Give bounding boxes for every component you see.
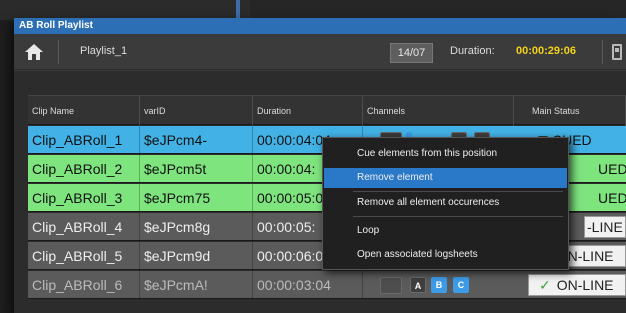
status-cell: -LINE [584, 216, 626, 238]
toolbar-separator [602, 40, 603, 64]
duration-value: 00:00:29:06 [516, 45, 576, 57]
varid-cell: $eJPcm9d [140, 242, 253, 270]
menu-separator [353, 216, 563, 217]
background-divider [236, 0, 240, 20]
status-cell: UED [598, 161, 626, 177]
varid-cell: $eJPcm8g [140, 213, 253, 241]
status-cell: ✓ ON-LINE [528, 274, 626, 296]
background-pane [250, 0, 626, 20]
column-header-clip-name[interactable]: Clip Name [28, 96, 140, 126]
duration-label: Duration: [450, 45, 495, 57]
device-icon[interactable] [612, 44, 622, 60]
channel-a-button[interactable]: A [410, 277, 426, 293]
menu-item-remove-element[interactable]: Remove element [324, 168, 567, 188]
toolbar-separator [58, 40, 59, 64]
menu-item-remove-all-occurrences[interactable]: Remove all element occurences [324, 193, 567, 213]
context-menu: Cue elements from this position Remove e… [322, 137, 569, 270]
varid-cell: $eJPcmA! [140, 271, 253, 299]
clip-name-cell: Clip_ABRoll_5 [28, 242, 140, 270]
clip-name-cell: Clip_ABRoll_4 [28, 213, 140, 241]
channel-slot[interactable] [380, 277, 402, 294]
table-row[interactable]: Clip_ABRoll_6 $eJPcmA! 00:00:03:04 A B C… [28, 271, 626, 299]
status-text: ON-LINE [556, 277, 614, 293]
window-title: AB Roll Playlist [14, 18, 626, 34]
column-header-main-status[interactable]: Main Status [514, 96, 626, 126]
varid-cell: $eJPcm75 [140, 184, 253, 212]
playlist-toolbar: Playlist_1 14/07 Duration: 00:00:29:06 [14, 34, 626, 70]
clip-name-cell: Clip_ABRoll_1 [28, 126, 140, 154]
clip-name-cell: Clip_ABRoll_6 [28, 271, 140, 299]
clip-name-cell: Clip_ABRoll_2 [28, 155, 140, 183]
column-header-duration[interactable]: Duration [253, 96, 363, 126]
channel-c-button[interactable]: C [453, 277, 469, 293]
status-cell: UED [598, 190, 626, 206]
menu-item-loop[interactable]: Loop [324, 221, 567, 241]
background-window [0, 0, 626, 20]
varid-cell: $eJPcm4- [140, 126, 253, 154]
clip-name-cell: Clip_ABRoll_3 [28, 184, 140, 212]
playlist-name: Playlist_1 [80, 45, 128, 57]
home-icon[interactable] [24, 42, 44, 62]
menu-item-open-logsheets[interactable]: Open associated logsheets [324, 245, 567, 265]
column-header-channels[interactable]: Channels [363, 96, 514, 126]
menu-item-cue-from-position[interactable]: Cue elements from this position [324, 144, 567, 164]
menu-separator [353, 191, 563, 192]
varid-cell: $eJPcm5t [140, 155, 253, 183]
column-header-varid[interactable]: varID [140, 96, 253, 126]
channel-b-button[interactable]: B [431, 277, 447, 293]
check-icon: ✓ [539, 277, 551, 293]
clip-counter: 14/07 [390, 43, 433, 63]
duration-cell: 00:00:03:04 [253, 271, 363, 299]
table-header: Clip Name varID Duration Channels Main S… [28, 95, 626, 126]
